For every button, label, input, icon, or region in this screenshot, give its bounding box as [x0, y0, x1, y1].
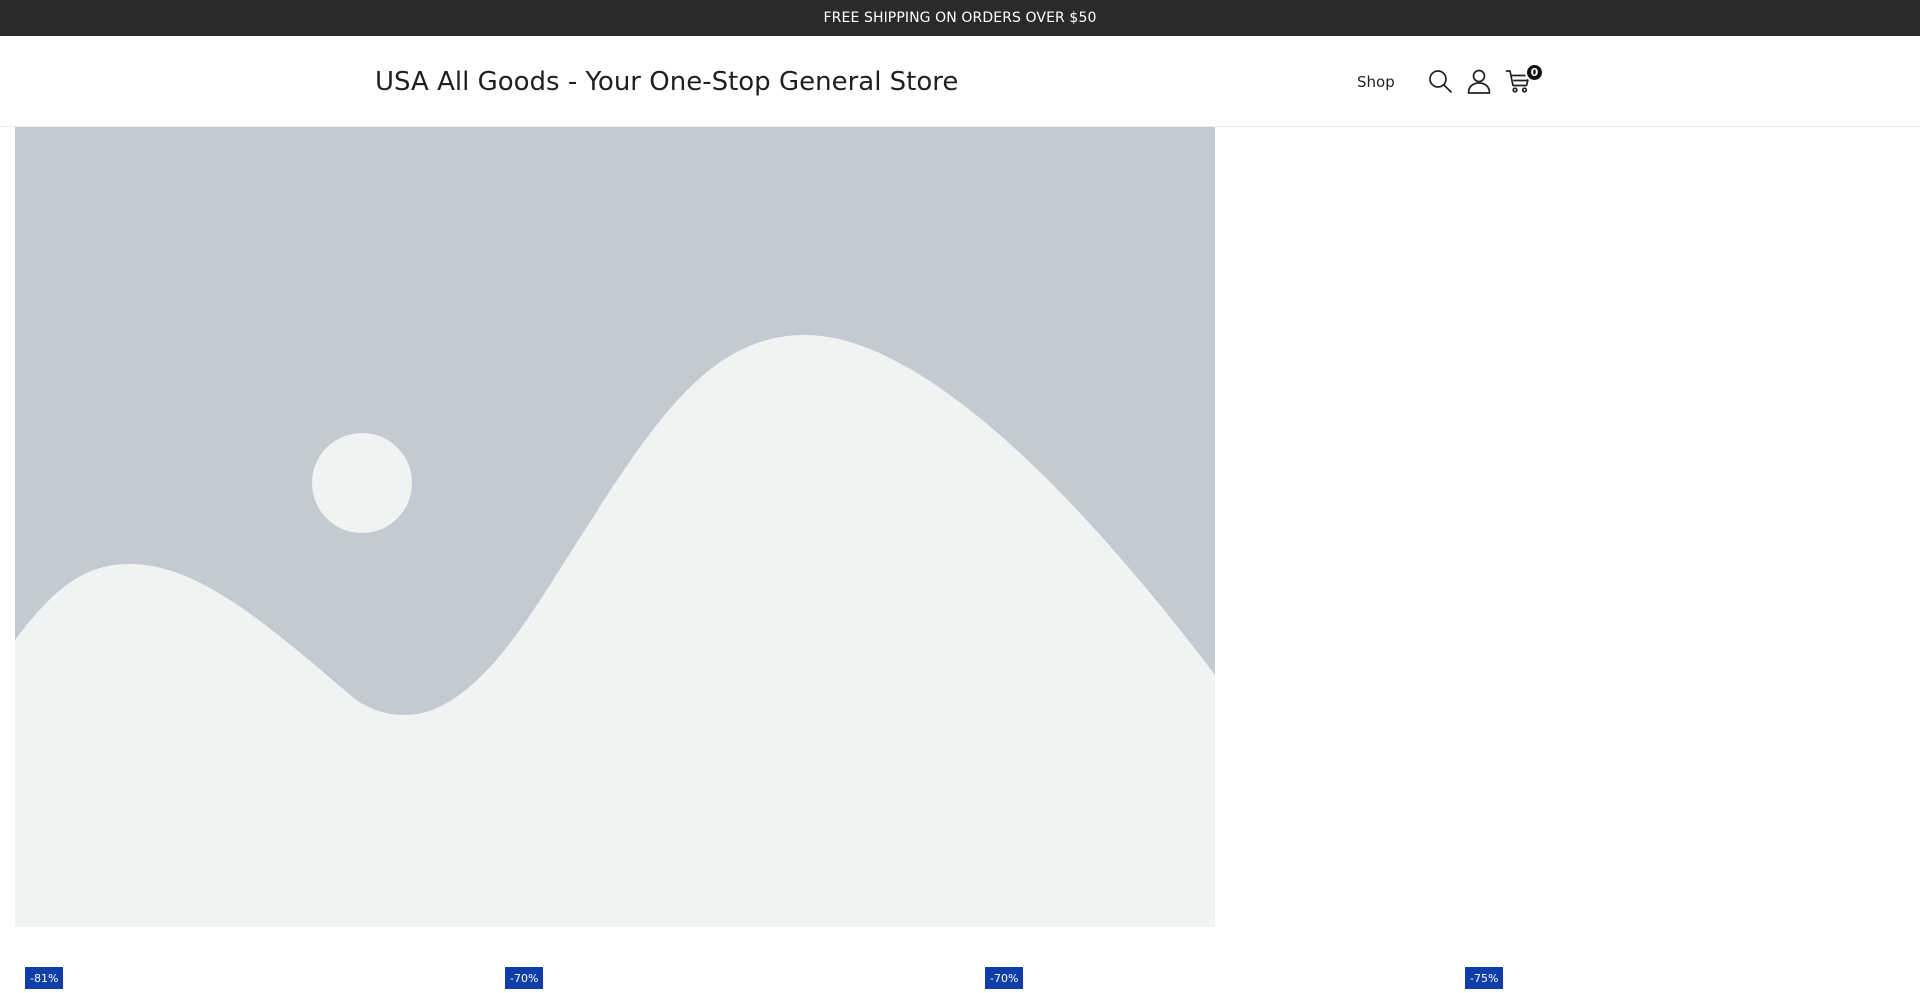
nav-item-shop[interactable]: Shop: [1357, 36, 1395, 127]
account-icon: [1466, 68, 1492, 94]
discount-badge: -70%: [985, 967, 1024, 989]
product-card[interactable]: -75%: [1455, 950, 1915, 993]
placeholder-landscape-image: [15, 127, 1215, 927]
product-grid: -81% -70% -70% -75%: [0, 950, 1920, 993]
search-icon: [1427, 68, 1453, 94]
announcement-text: FREE SHIPPING ON ORDERS OVER $50: [823, 10, 1097, 26]
store-logo-link[interactable]: USA All Goods - Your One-Stop General St…: [375, 36, 958, 127]
site-header: USA All Goods - Your One-Stop General St…: [0, 36, 1920, 127]
product-card[interactable]: -81%: [15, 950, 475, 993]
announcement-bar: FREE SHIPPING ON ORDERS OVER $50: [0, 0, 1920, 36]
product-card[interactable]: -70%: [495, 950, 955, 993]
product-card[interactable]: -70%: [975, 950, 1435, 993]
discount-badge: -81%: [25, 967, 64, 989]
hero-banner[interactable]: [15, 127, 1215, 927]
search-button[interactable]: [1425, 66, 1455, 96]
discount-badge: -75%: [1465, 967, 1504, 989]
account-button[interactable]: [1464, 66, 1494, 96]
discount-badge: -70%: [505, 967, 544, 989]
cart-count-badge: 0: [1525, 63, 1544, 82]
